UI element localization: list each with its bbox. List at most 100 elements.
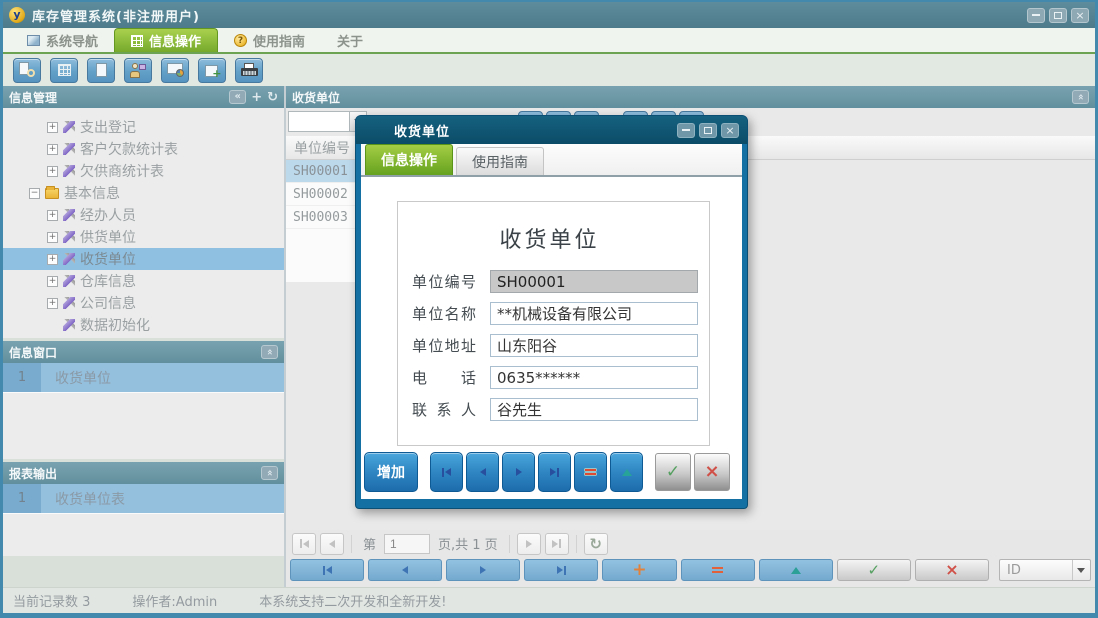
expand-icon[interactable]: +	[47, 166, 58, 177]
node-icon	[63, 253, 75, 265]
printer-button[interactable]	[235, 58, 263, 83]
collapse-up-icon[interactable]: «	[261, 466, 278, 480]
table-row[interactable]: SH00003	[286, 206, 359, 229]
tree-item-supplier-unit[interactable]: + 供货单位	[3, 226, 284, 248]
add-icon[interactable]: +	[251, 91, 262, 104]
tab-info-operation[interactable]: 信息操作	[114, 28, 218, 52]
expand-icon[interactable]: +	[47, 276, 58, 287]
add-button[interactable]: 增加	[364, 452, 418, 492]
delete-record-button[interactable]	[574, 452, 607, 492]
tab-system-nav[interactable]: 系统导航	[11, 28, 114, 52]
add-record-button[interactable]: +	[602, 559, 676, 581]
refresh-icon[interactable]: ↻	[267, 91, 278, 104]
tree-item-handler-staff[interactable]: + 经办人员	[3, 204, 284, 226]
collapse-left-icon[interactable]: «	[229, 90, 246, 104]
search-preview-button[interactable]	[13, 58, 41, 83]
collapse-icon[interactable]: −	[29, 188, 40, 199]
monitor-report-button[interactable]	[161, 58, 189, 83]
prev-record-button[interactable]	[368, 559, 442, 581]
folder-icon	[45, 188, 59, 199]
unit-name-field[interactable]	[490, 302, 698, 325]
list-item[interactable]: 1 收货单位表	[3, 484, 284, 514]
document-button[interactable]	[87, 58, 115, 83]
filter-input[interactable]	[288, 111, 350, 132]
tab-about[interactable]: 关于	[321, 28, 379, 52]
prev-page-button[interactable]	[320, 533, 344, 555]
edit-record-button[interactable]	[759, 559, 833, 581]
dialog-close-button[interactable]: ×	[721, 123, 739, 138]
save-button[interactable]: ✓	[655, 453, 691, 491]
edit-triangle-icon	[622, 469, 632, 476]
next-record-button[interactable]	[446, 559, 520, 581]
contact-field[interactable]	[490, 398, 698, 421]
first-record-button[interactable]	[430, 452, 463, 492]
report-output-list: 1 收货单位表	[3, 484, 284, 556]
sort-field-select[interactable]: ID	[999, 559, 1091, 581]
dialog-tab-info-operation[interactable]: 信息操作	[365, 144, 453, 175]
table-row[interactable]: SH00002	[286, 183, 359, 206]
last-page-button[interactable]	[545, 533, 569, 555]
first-record-button[interactable]	[290, 559, 364, 581]
x-icon: ×	[704, 463, 719, 481]
expand-icon[interactable]: +	[47, 254, 58, 265]
collapse-up-icon[interactable]: «	[1072, 90, 1089, 104]
expand-icon[interactable]: +	[47, 144, 58, 155]
search-preview-icon	[19, 62, 35, 78]
table-view-button[interactable]	[50, 58, 78, 83]
info-window-panel-header: 信息窗口 «	[3, 341, 284, 363]
last-record-button[interactable]	[524, 559, 598, 581]
first-page-button[interactable]	[292, 533, 316, 555]
last-record-button[interactable]	[538, 452, 571, 492]
close-button[interactable]: ×	[1071, 8, 1089, 23]
cancel-button[interactable]: ×	[915, 559, 989, 581]
dialog-title-bar[interactable]: 收货单位 ×	[356, 116, 747, 144]
expand-icon[interactable]: +	[47, 298, 58, 309]
tab-user-guide[interactable]: ? 使用指南	[218, 28, 321, 52]
prev-record-button[interactable]	[466, 452, 499, 492]
status-message: 本系统支持二次开发和全新开发!	[259, 591, 446, 610]
user-button[interactable]	[124, 58, 152, 83]
edit-record-button[interactable]	[610, 452, 643, 492]
tree-item-supplier-debt-report[interactable]: + 欠供商统计表	[3, 160, 284, 182]
user-icon	[130, 63, 146, 78]
expand-icon[interactable]: +	[47, 122, 58, 133]
next-record-button[interactable]	[502, 452, 535, 492]
cancel-button[interactable]: ×	[694, 453, 730, 491]
tree-item-receiving-unit[interactable]: + 收货单位	[3, 248, 284, 270]
minimize-button[interactable]	[1027, 8, 1045, 23]
tree-item-basic-info[interactable]: − 基本信息	[3, 182, 284, 204]
status-bar: 当前记录数 3 操作者:Admin 本系统支持二次开发和全新开发!	[3, 587, 1095, 613]
tree-item-data-init[interactable]: 数据初始化	[3, 314, 284, 336]
dialog-toolbar: 增加 ✓ ×	[361, 446, 742, 499]
report-output-panel-header: 报表输出 «	[3, 462, 284, 484]
check-icon: ✓	[868, 563, 881, 578]
record-count-label: 当前记录数 3	[13, 591, 90, 610]
confirm-button[interactable]: ✓	[837, 559, 911, 581]
table-view-icon	[58, 64, 71, 76]
operator-label: 操作者:Admin	[132, 591, 217, 610]
edit-triangle-icon	[791, 567, 801, 574]
expand-icon[interactable]: +	[47, 210, 58, 221]
delete-record-button[interactable]	[681, 559, 755, 581]
tree-item-company-info[interactable]: + 公司信息	[3, 292, 284, 314]
tree-item-customer-debt-report[interactable]: + 客户欠款统计表	[3, 138, 284, 160]
dialog-tab-user-guide[interactable]: 使用指南	[456, 147, 544, 175]
table-row[interactable]: SH00001	[286, 160, 359, 183]
unit-code-field[interactable]	[490, 270, 698, 293]
expand-icon[interactable]: +	[47, 232, 58, 243]
next-page-button[interactable]	[517, 533, 541, 555]
dialog-title: 收货单位	[394, 121, 450, 140]
dialog-maximize-button[interactable]	[699, 123, 717, 138]
phone-field[interactable]	[490, 366, 698, 389]
page-number-input[interactable]	[384, 534, 430, 554]
export-add-button[interactable]: +	[198, 58, 226, 83]
dialog-minimize-button[interactable]	[677, 123, 695, 138]
collapse-up-icon[interactable]: «	[261, 345, 278, 359]
list-item[interactable]: 1 收货单位	[3, 363, 284, 393]
refresh-button[interactable]: ↻	[584, 533, 608, 555]
record-form: 收货单位 单位编号 单位名称 单位地址 电 话 联	[397, 201, 710, 446]
tree-item-expense-register[interactable]: + 支出登记	[3, 116, 284, 138]
unit-address-field[interactable]	[490, 334, 698, 357]
tree-item-warehouse-info[interactable]: + 仓库信息	[3, 270, 284, 292]
maximize-button[interactable]	[1049, 8, 1067, 23]
